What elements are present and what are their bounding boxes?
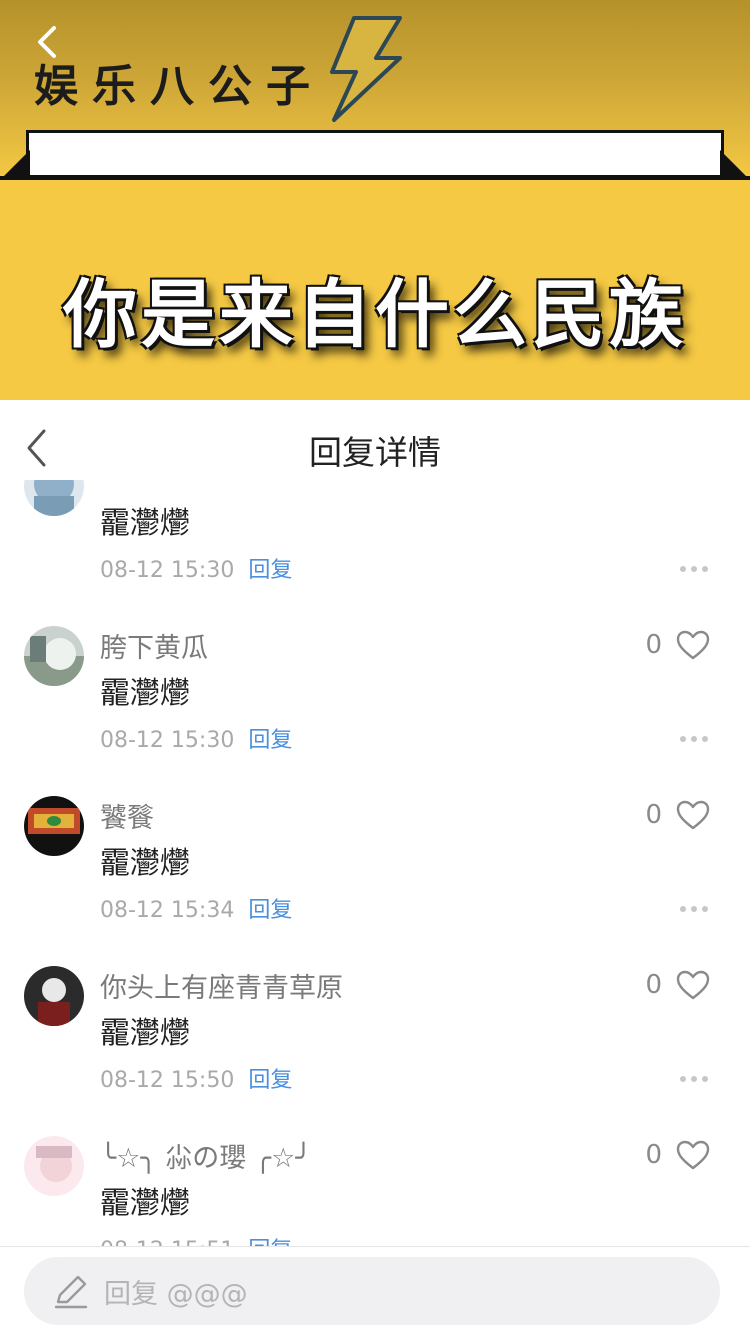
pencil-icon	[54, 1275, 88, 1309]
like-count: 0	[645, 630, 662, 660]
envelope-corner-right	[720, 150, 750, 180]
comment-time: 08-12 15:51	[100, 1238, 234, 1246]
video-banner[interactable]: 娱乐八公子 你是来自什么民族	[0, 0, 750, 400]
list-item: 饕餮 靇灪爩 08-12 15:34 回复 0	[0, 770, 750, 940]
comment-text: 靇灪爩	[100, 1186, 190, 1221]
more-options-button[interactable]	[680, 1076, 708, 1082]
comment-meta: 08-12 15:51 回复	[100, 1232, 292, 1246]
like-count: 0	[645, 800, 662, 830]
like-control[interactable]: 0	[645, 630, 710, 660]
heart-icon[interactable]	[676, 1140, 710, 1170]
reply-footer: 回复 @@@	[0, 1246, 750, 1335]
reply-link[interactable]: 回复	[248, 728, 292, 753]
avatar[interactable]	[24, 966, 84, 1026]
comment-meta: 08-12 15:34 回复	[100, 892, 292, 924]
like-count: 0	[645, 970, 662, 1000]
like-control[interactable]: 0	[645, 970, 710, 1000]
like-control[interactable]: 0	[645, 800, 710, 830]
page-title: 回复详情	[309, 433, 441, 472]
reply-input[interactable]: 回复 @@@	[24, 1257, 720, 1325]
heart-icon[interactable]	[676, 630, 710, 660]
more-options-button[interactable]	[680, 906, 708, 912]
reply-link[interactable]: 回复	[248, 558, 292, 583]
username[interactable]: ╰☆╮ 尛の瓔 ╭☆╯	[100, 1136, 312, 1175]
avatar-image	[24, 966, 84, 1026]
more-options-button[interactable]	[680, 566, 708, 572]
comment-meta: 08-12 15:30 回复	[100, 552, 292, 584]
comment-time: 08-12 15:50	[100, 1068, 235, 1093]
comment-meta: 08-12 15:50 回复	[100, 1062, 292, 1094]
username[interactable]: 你头上有座青青草原	[100, 966, 343, 1005]
comment-time: 08-12 15:34	[100, 898, 235, 923]
avatar[interactable]	[24, 626, 84, 686]
list-item: 靇灪爩 08-12 15:30 回复	[0, 480, 750, 600]
username[interactable]: 饕餮	[100, 796, 154, 835]
like-control[interactable]: 0	[645, 1140, 710, 1170]
avatar[interactable]	[24, 796, 84, 856]
list-item: 你头上有座青青草原 靇灪爩 08-12 15:50 回复 0	[0, 940, 750, 1110]
avatar-image	[24, 1136, 84, 1196]
list-item: 胯下黄瓜 靇灪爩 08-12 15:30 回复 0	[0, 600, 750, 770]
comment-text: 靇灪爩	[100, 676, 190, 711]
avatar[interactable]	[24, 1136, 84, 1196]
comment-text: 靇灪爩	[100, 846, 190, 881]
heart-icon[interactable]	[676, 800, 710, 830]
reply-link[interactable]: 回复	[248, 1238, 292, 1246]
comment-meta: 08-12 15:30 回复	[100, 722, 292, 754]
more-options-button[interactable]	[680, 736, 708, 742]
avatar-image	[24, 796, 84, 856]
reply-link[interactable]: 回复	[248, 1068, 292, 1093]
avatar-image	[24, 480, 84, 516]
brand-title: 娱乐八公子	[34, 61, 324, 112]
comment-text: 靇灪爩	[100, 1016, 190, 1051]
heart-icon[interactable]	[676, 970, 710, 1000]
avatar-image	[24, 626, 84, 686]
reply-list[interactable]: 靇灪爩 08-12 15:30 回复 胯下黄瓜 靇灪爩 08-12 15:30 回复…	[0, 480, 750, 1246]
comment-text: 靇灪爩	[100, 506, 190, 541]
envelope-paper	[26, 130, 724, 178]
comment-time: 08-12 15:30	[100, 558, 235, 583]
reply-link[interactable]: 回复	[248, 898, 292, 923]
like-count: 0	[645, 1140, 662, 1170]
reply-input-placeholder: 回复 @@@	[104, 1278, 248, 1310]
avatar[interactable]	[24, 480, 84, 516]
envelope-edge	[0, 176, 750, 180]
lightning-bolt-icon	[330, 16, 402, 122]
username[interactable]: 胯下黄瓜	[100, 626, 208, 665]
banner-headline: 你是来自什么民族	[63, 272, 687, 358]
list-item: ╰☆╮ 尛の瓔 ╭☆╯ 靇灪爩 08-12 15:51 回复 0	[0, 1110, 750, 1246]
envelope-corner-left	[0, 150, 30, 180]
reply-panel-header: 回复详情	[0, 400, 750, 490]
comment-time: 08-12 15:30	[100, 728, 235, 753]
